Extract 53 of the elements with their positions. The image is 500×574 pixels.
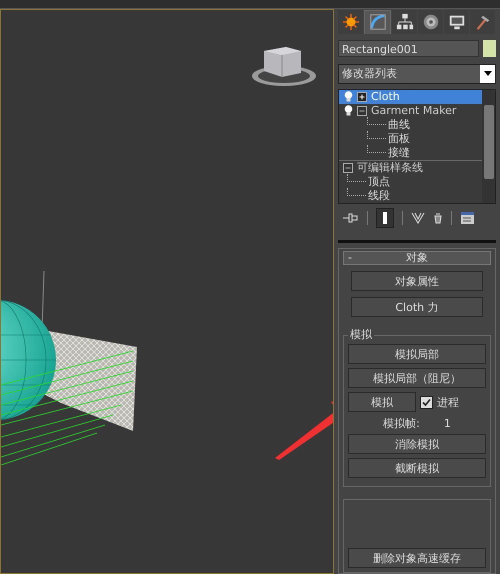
group-title: 模拟 [348, 327, 374, 342]
object-color-swatch[interactable] [483, 40, 496, 57]
tree-line [367, 145, 386, 154]
bar-icon [381, 211, 389, 226]
utilities-tab[interactable] [470, 10, 495, 34]
stack-item[interactable]: 可编辑样条线 [339, 160, 482, 175]
tree-line [367, 117, 386, 126]
frame-value: 1 [444, 416, 451, 430]
create-tab[interactable] [338, 10, 363, 34]
modifier-list-dropdown[interactable]: 修改器列表 [338, 64, 496, 84]
fork-icon[interactable] [411, 212, 425, 224]
stack-item[interactable]: Cloth [339, 90, 482, 104]
disc-icon [422, 12, 440, 31]
expand-toggle-icon[interactable] [357, 92, 367, 102]
trash-icon[interactable] [433, 212, 443, 224]
progress-checkbox[interactable] [420, 396, 433, 408]
pin-icon[interactable] [343, 212, 359, 224]
cache-button[interactable]: 删除对象高速缓存 [348, 548, 486, 568]
curve-icon [368, 13, 386, 32]
tree-line [347, 188, 366, 196]
show-end-result-button[interactable] [376, 208, 394, 228]
sub-object-item[interactable]: 面板 [388, 131, 410, 146]
simulate-button[interactable]: 模拟局部（阻尼） [348, 368, 486, 388]
object-name-field[interactable]: Rectangle001 [338, 40, 479, 57]
hierarchy-icon [396, 12, 414, 31]
simulate-button[interactable]: 消除模拟 [348, 434, 486, 454]
stack-item[interactable]: Garment Maker [339, 104, 482, 118]
tree-line [367, 131, 386, 140]
frame-label: 模拟帧: [383, 416, 420, 430]
viewport[interactable] [0, 9, 334, 574]
simulate-button[interactable]: 模拟 [348, 392, 416, 412]
checkbox-label: 进程 [437, 394, 459, 410]
sub-object-item[interactable]: 线段 [368, 188, 390, 203]
sub-object-item[interactable]: 顶点 [368, 174, 390, 190]
tree-line [347, 174, 366, 182]
configure-icon[interactable] [460, 211, 476, 226]
display-tab[interactable] [444, 10, 469, 34]
sun-icon [342, 12, 360, 31]
sub-object-item[interactable]: 曲线 [388, 117, 410, 132]
monitor-icon [448, 12, 466, 31]
rollout-header[interactable]: - 对象 [343, 251, 491, 265]
dropdown-arrow-icon [484, 71, 492, 76]
simulate-button[interactable]: 模拟局部 [348, 344, 486, 364]
hierarchy-tab[interactable] [392, 10, 417, 34]
lightbulb-icon[interactable] [344, 105, 353, 116]
rollout-button[interactable]: Cloth 力 [351, 297, 483, 317]
sub-object-item[interactable]: 接缝 [388, 145, 410, 160]
simulate-button[interactable]: 截断模拟 [348, 458, 486, 478]
expand-toggle-icon[interactable] [343, 162, 353, 173]
scrollbar[interactable] [482, 90, 495, 203]
rollout-button[interactable]: 对象属性 [351, 271, 483, 291]
motion-tab[interactable] [418, 10, 443, 34]
expand-toggle-icon[interactable] [357, 106, 367, 116]
